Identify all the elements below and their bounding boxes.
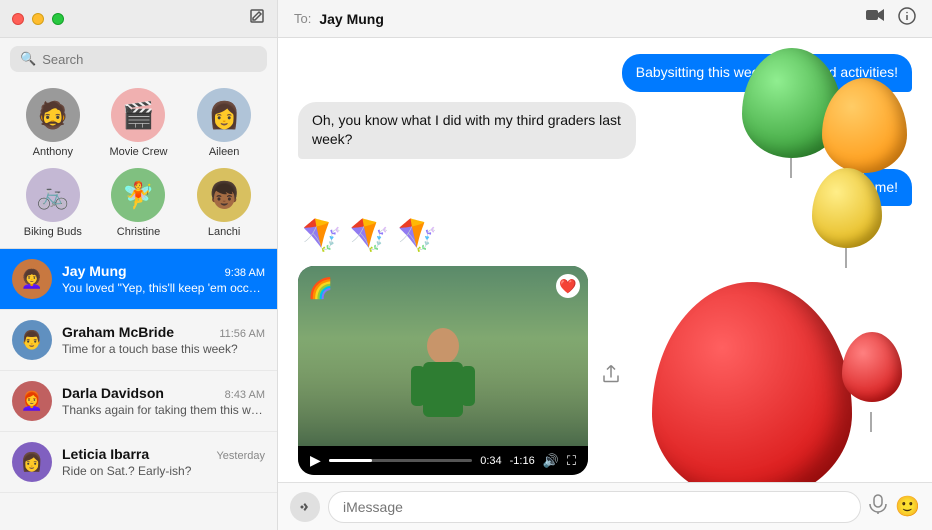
video-thumbnail: 🌈 bbox=[298, 266, 588, 446]
pinned-christine[interactable]: 🧚 Christine bbox=[102, 168, 174, 238]
play-button[interactable]: ▶ bbox=[310, 452, 321, 469]
pinned-name-christine: Christine bbox=[117, 226, 160, 238]
chat-header: To: Jay Mung bbox=[278, 0, 932, 38]
bubble-2: Oh, you know what I did with my third gr… bbox=[298, 102, 636, 159]
emoji-button[interactable]: 🙂 bbox=[895, 494, 920, 519]
video-call-icon[interactable] bbox=[866, 7, 884, 30]
titlebar bbox=[0, 0, 277, 38]
message-input[interactable] bbox=[328, 491, 861, 523]
close-button[interactable] bbox=[12, 13, 24, 25]
kite-2: 🪁 bbox=[350, 216, 390, 254]
pinned-name-biking-buds: Biking Buds bbox=[24, 226, 82, 238]
conv-name-darla: Darla Davidson bbox=[62, 385, 164, 401]
remaining-time: -1:16 bbox=[510, 455, 535, 467]
balloon-red bbox=[652, 282, 852, 482]
conv-name-graham: Graham McBride bbox=[62, 324, 174, 340]
pinned-name-anthony: Anthony bbox=[33, 146, 73, 158]
conv-preview-leticia: Ride on Sat.? Early-ish? bbox=[62, 464, 265, 478]
conv-preview-graham: Time for a touch base this week? bbox=[62, 342, 265, 356]
info-icon[interactable] bbox=[898, 7, 916, 30]
pinned-anthony[interactable]: 🧔 Anthony bbox=[17, 88, 89, 158]
msg-row-1: Babysitting this weekend, I need activit… bbox=[298, 54, 912, 92]
conv-preview-jay-mung: You loved "Yep, this'll keep 'em occupie… bbox=[62, 281, 265, 295]
search-bar: 🔍 bbox=[0, 38, 277, 80]
conv-preview-darla: Thanks again for taking them this weeken… bbox=[62, 403, 265, 417]
conv-info-darla: Darla Davidson 8:43 AM Thanks again for … bbox=[62, 385, 265, 417]
conv-time-leticia: Yesterday bbox=[216, 450, 265, 462]
pinned-lanchi[interactable]: 👦🏾 Lanchi bbox=[188, 168, 260, 238]
conv-jay-mung[interactable]: 👩‍🦱 Jay Mung 9:38 AM You loved "Yep, thi… bbox=[0, 249, 277, 310]
conv-info-graham: Graham McBride 11:56 AM Time for a touch… bbox=[62, 324, 265, 356]
input-bar: 🙂 bbox=[278, 482, 932, 530]
minimize-button[interactable] bbox=[32, 13, 44, 25]
to-label: To: bbox=[294, 11, 311, 26]
video-bubble: 🌈 ❤️ ▶ 0:34 -1:16 🔊 ⛶ bbox=[298, 266, 588, 475]
pinned-aileen[interactable]: 👩 Aileen bbox=[188, 88, 260, 158]
kite-3: 🪁 bbox=[398, 216, 438, 254]
messages-container: Babysitting this weekend, I need activit… bbox=[278, 38, 932, 482]
pinned-contacts-row2: 🚲 Biking Buds 🧚 Christine 👦🏾 Lanchi bbox=[0, 168, 277, 248]
pinned-name-lanchi: Lanchi bbox=[208, 226, 240, 238]
conv-darla-davidson[interactable]: 👩‍🦰 Darla Davidson 8:43 AM Thanks again … bbox=[0, 371, 277, 432]
maximize-button[interactable] bbox=[52, 13, 64, 25]
volume-icon[interactable]: 🔊 bbox=[543, 453, 559, 469]
chat-recipient: Jay Mung bbox=[319, 11, 858, 27]
sidebar: 🔍 🧔 Anthony 🎬 Movie Crew 👩 Aileen 🚲 Biki… bbox=[0, 0, 278, 530]
pinned-biking-buds[interactable]: 🚲 Biking Buds bbox=[17, 168, 89, 238]
progress-bar bbox=[329, 459, 472, 462]
share-button[interactable] bbox=[602, 363, 620, 388]
fullscreen-icon[interactable]: ⛶ bbox=[567, 453, 576, 469]
conv-time-jay-mung: 9:38 AM bbox=[225, 267, 265, 279]
video-message-container: 🌈 ❤️ ▶ 0:34 -1:16 🔊 ⛶ bbox=[298, 266, 588, 482]
search-input[interactable] bbox=[42, 52, 257, 67]
conversation-list: 👩‍🦱 Jay Mung 9:38 AM You loved "Yep, thi… bbox=[0, 249, 277, 530]
kite-stickers: 🪁 🪁 🪁 bbox=[298, 216, 912, 254]
msg-row-3: Tell me! bbox=[298, 169, 912, 207]
conv-name-leticia: Leticia Ibarra bbox=[62, 446, 149, 462]
bubble-1: Babysitting this weekend, I need activit… bbox=[622, 54, 912, 92]
pinned-contacts: 🧔 Anthony 🎬 Movie Crew 👩 Aileen bbox=[0, 80, 277, 168]
balloon-string-red-small bbox=[870, 412, 872, 432]
kite-1: 🪁 bbox=[302, 216, 342, 254]
progress-fill bbox=[329, 459, 372, 462]
video-heart-reaction: ❤️ bbox=[556, 274, 580, 298]
compose-button[interactable] bbox=[249, 8, 265, 29]
search-wrap[interactable]: 🔍 bbox=[10, 46, 267, 72]
apps-button[interactable] bbox=[290, 492, 320, 522]
pinned-movie-crew[interactable]: 🎬 Movie Crew bbox=[102, 88, 174, 158]
chat-header-icons bbox=[866, 7, 916, 30]
video-controls: ▶ 0:34 -1:16 🔊 ⛶ bbox=[298, 446, 588, 475]
search-icon: 🔍 bbox=[20, 51, 36, 67]
pinned-name-aileen: Aileen bbox=[209, 146, 240, 158]
conv-graham-mcbride[interactable]: 👨 Graham McBride 11:56 AM Time for a tou… bbox=[0, 310, 277, 371]
conv-info-jay-mung: Jay Mung 9:38 AM You loved "Yep, this'll… bbox=[62, 263, 265, 295]
video-person: 🌈 bbox=[298, 266, 588, 446]
conv-time-graham: 11:56 AM bbox=[219, 328, 265, 340]
bubble-3: Tell me! bbox=[836, 169, 912, 207]
audio-input-button[interactable] bbox=[869, 494, 887, 520]
conv-info-leticia: Leticia Ibarra Yesterday Ride on Sat.? E… bbox=[62, 446, 265, 478]
conv-time-darla: 8:43 AM bbox=[225, 389, 265, 401]
balloon-red-small bbox=[842, 332, 902, 402]
elapsed-time: 0:34 bbox=[480, 455, 501, 467]
conv-name-jay-mung: Jay Mung bbox=[62, 263, 127, 279]
conv-leticia-ibarra[interactable]: 👩 Leticia Ibarra Yesterday Ride on Sat.?… bbox=[0, 432, 277, 493]
chat-area: To: Jay Mung Babysitting this weekend, I… bbox=[278, 0, 932, 530]
pinned-name-movie-crew: Movie Crew bbox=[109, 146, 167, 158]
msg-row-2: Oh, you know what I did with my third gr… bbox=[298, 102, 912, 159]
